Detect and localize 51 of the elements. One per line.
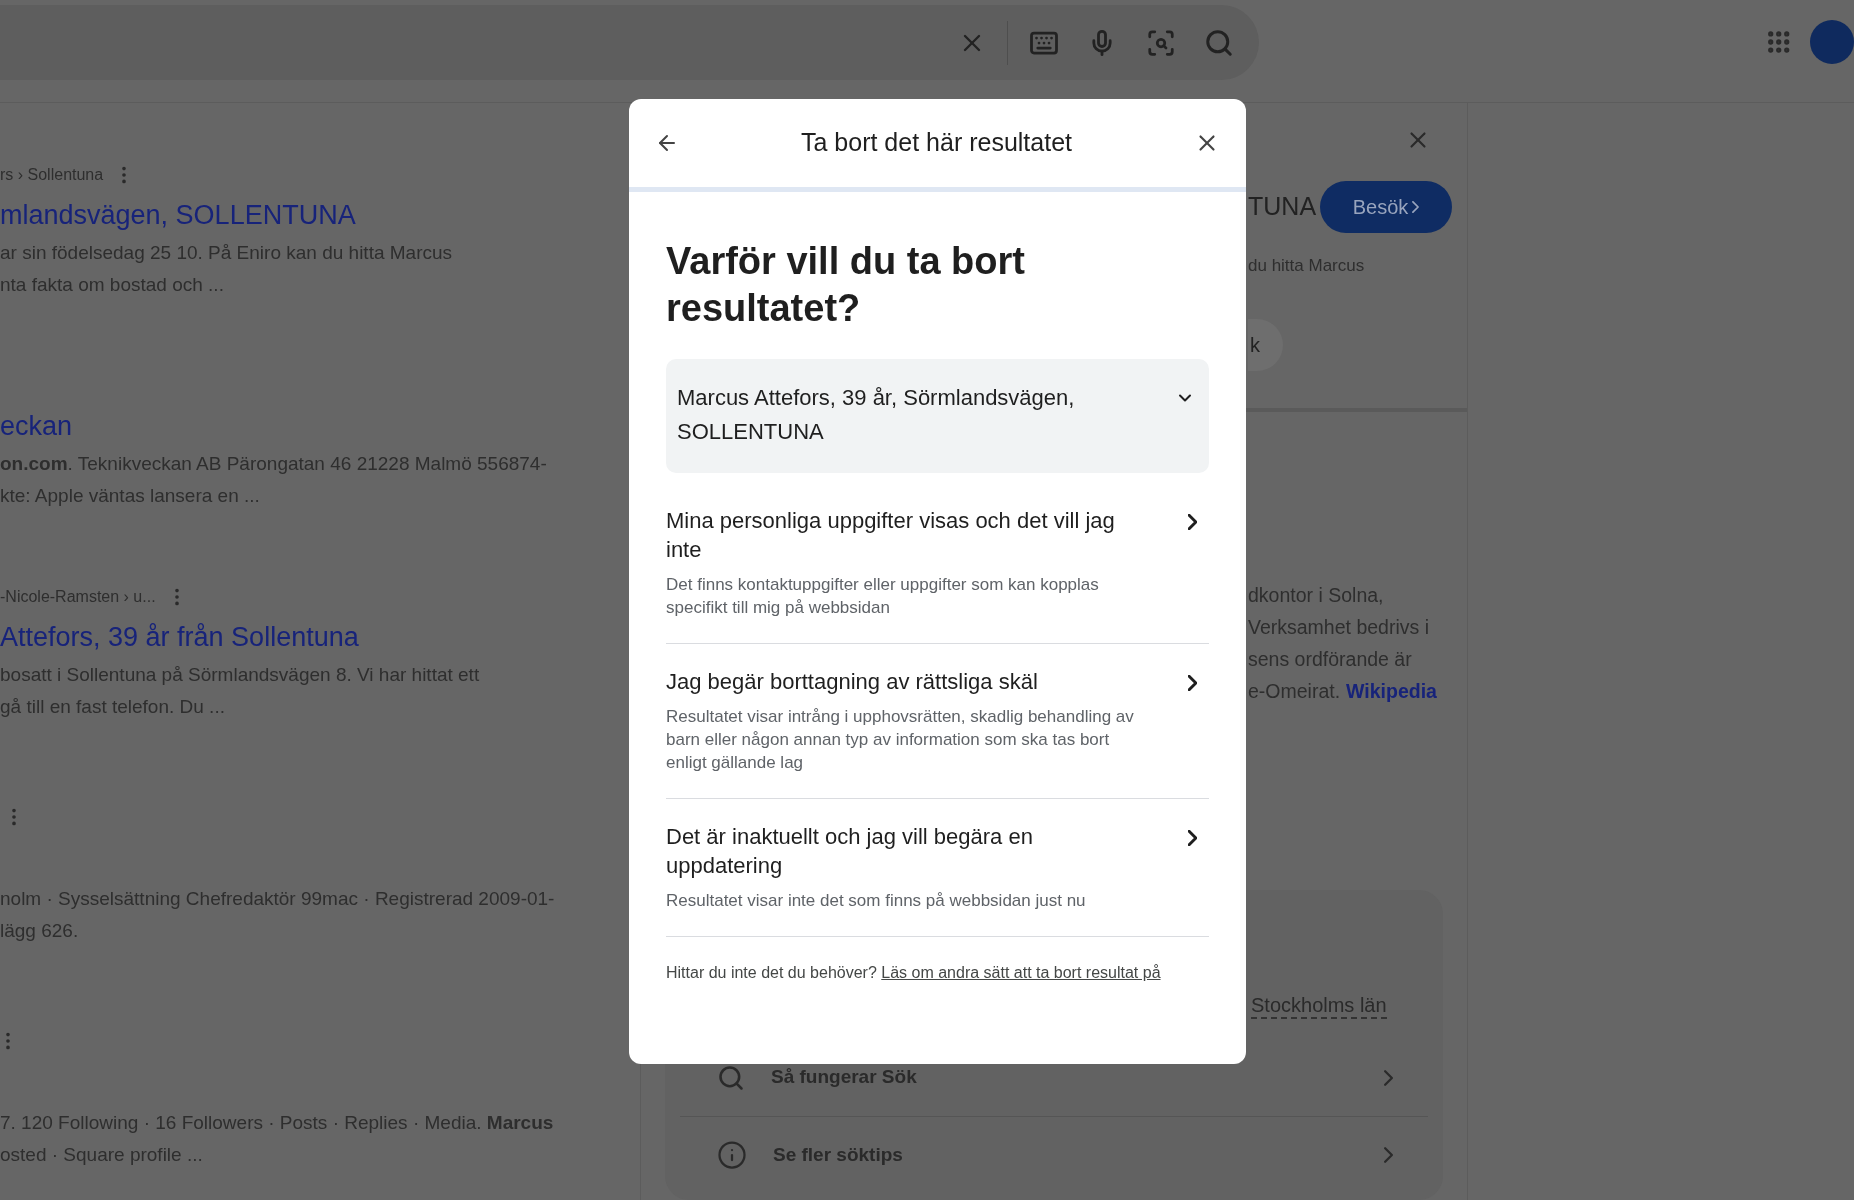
reason-title: Det är inaktuellt och jag vill begära en uppdatering [666,823,1034,880]
reason-description: Resultatet visar inte det som finns på webbsidan just nu [666,890,1087,912]
panel-description-line: e-Omeirat. [1248,679,1341,704]
panel-title: TUNA [1248,191,1317,223]
reason-option[interactable]: Det är inaktuellt och jag vill begära en uppdatering Resultatet visar inte det som finns på webbsidan just nu [666,799,1209,937]
result-snippet-line: lägg 626. [0,919,79,943]
help-link-row[interactable]: Se fler söktips [680,1116,1428,1193]
reason-description: Resultatet visar intrång i upphovsrätten, skadlig behandling av barn eller någon annan typ av information som ska tas bort enligt gällande lag [666,706,1135,774]
action-chip[interactable]: k [1248,318,1283,371]
dialog-heading: Varför vill du ta bort resultatet? [666,239,1026,331]
panel-snippet: du hitta Marcus [1248,255,1366,277]
help-link-label: Se fler söktips [773,1142,904,1167]
reason-title: Mina personliga uppgifter visas och det vill jag inte [666,507,1116,564]
help-link-row[interactable]: Så fungerar Sök [680,1039,1428,1116]
reason-option[interactable]: Jag begär borttagning av rättsliga skäl Resultatet visar intrång i upphovsrätten, skadlig behandling av barn eller någon annan typ av information som ska tas bort enligt gällande lag [666,644,1209,799]
camera-search-icon[interactable] [1145,27,1176,58]
result-dropdown[interactable]: Marcus Attefors, 39 år, Sörmlandsvägen, SOLLENTUNA [666,359,1209,473]
panel-description-line: sens ordförande är [1248,647,1412,672]
wikipedia-link[interactable]: Wikipedia [1346,675,1437,707]
result-snippet-line: nolm · Sysselsättning Chefredaktör 99mac · Registrerad 2009-01- [0,887,555,911]
result-snippet-line: gå till en fast telefon. Du ... [0,695,225,719]
result-snippet-line: kte: Apple väntas lansera en ... [0,484,260,508]
result-title-link[interactable]: mlandsvägen, SOLLENTUNA [0,198,356,232]
result-title-link[interactable]: Attefors, 39 år från Sollentuna [0,620,359,654]
search-icon[interactable] [1203,27,1234,58]
result-snippet-line: on.com. Teknikveckan AB Pärongatan 46 21228 Malmö 556874- [0,452,547,476]
result-breadcrumb: rs › Sollentuna [0,165,104,185]
chevron-right-icon [1384,1147,1393,1163]
visit-button[interactable]: Besök [1320,181,1452,233]
chevron-right-icon [1412,201,1420,213]
info-icon [717,1140,747,1170]
help-link-label: Så fungerar Sök [771,1065,918,1090]
result-snippet-line: ar sin födelsedag 25 10. På Eniro kan du hitta Marcus [0,241,453,265]
removal-info-link[interactable]: Läs om andra sätt att ta bort resultat på [881,964,1161,981]
reason-option[interactable]: Mina personliga uppgifter visas och det vill jag inte Det finns kontaktuppgifter eller uppgifter som kan kopplas specifikt till mig på webbsidan [666,483,1209,644]
result-snippet-line: osted · Square profile ... [0,1143,203,1167]
chevron-right-icon [1384,1069,1393,1086]
chevron-right-icon [1188,514,1197,530]
reason-description: Det finns kontaktuppgifter eller uppgifter som kan kopplas specifikt till mig på webbsidan [666,574,1100,619]
reason-title: Jag begär borttagning av rättsliga skäl [666,668,1039,696]
search-icon [717,1063,745,1092]
help-text: Hittar du inte det du behöver? Läs om andra sätt att ta bort resultat på [666,963,1162,983]
dialog-title: Ta bort det här resultatet [800,127,1073,159]
result-snippet-line: nta fakta om bostad och ... [0,273,224,297]
location-text: Stockholms län [1251,993,1387,1019]
chevron-right-icon [1188,830,1197,846]
result-title-link[interactable]: eckan [0,409,73,443]
chevron-right-icon [1188,675,1197,691]
panel-description-line: dkontor i Solna, [1248,583,1384,608]
result-snippet-line: 7. 120 Following · 16 Followers · Posts · Replies · Media. Marcus [0,1111,554,1135]
result-breadcrumb: -Nicole-Ramsten › u... [0,587,156,607]
